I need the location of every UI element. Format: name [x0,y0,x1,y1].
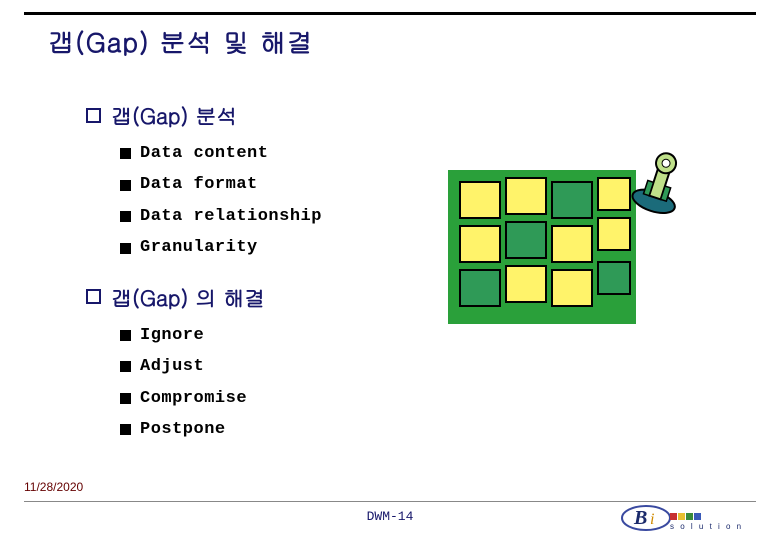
section-heading-text: 갭(Gap) 분석 [111,100,237,130]
bullet-solid-icon [120,330,131,341]
bullet-solid-icon [120,393,131,404]
list-item-text: Data content [140,138,268,169]
bullet-hollow-icon [86,289,101,304]
logo-tagline: s o l u t i o n [670,522,743,531]
list-item: Postpone [120,414,706,445]
slide-title: 갭(Gap) 분석 및 해결 [48,24,314,60]
section-heading: 갭(Gap) 분석 [86,100,706,130]
top-rule [24,12,756,15]
list-item-text: Granularity [140,232,258,263]
list-item-text: Data relationship [140,201,322,232]
list-item-text: Data format [140,169,258,200]
logo: B i s o l u t i o n [620,504,750,532]
list-item-text: Ignore [140,320,204,351]
footer-rule [24,501,756,502]
clipart-illustration [442,148,694,330]
footer-label: DWM-14 [367,509,414,524]
list-item-text: Adjust [140,351,204,382]
section-heading-text: 갭(Gap) 의 해결 [111,282,265,312]
list-item-text: Postpone [140,414,226,445]
section-list: Ignore Adjust Compromise Postpone [120,320,706,446]
bullet-solid-icon [120,211,131,222]
bullet-solid-icon [120,424,131,435]
bullet-solid-icon [120,148,131,159]
svg-text:B: B [633,507,647,529]
bullet-solid-icon [120,180,131,191]
list-item: Adjust [120,351,706,382]
footer-date: 11/28/2020 [24,480,83,494]
bullet-solid-icon [120,361,131,372]
list-item: Compromise [120,383,706,414]
svg-text:i: i [650,511,654,528]
list-item-text: Compromise [140,383,247,414]
bullet-solid-icon [120,243,131,254]
slide: 갭(Gap) 분석 및 해결 갭(Gap) 분석 Data content Da… [0,0,780,540]
bullet-hollow-icon [86,108,101,123]
